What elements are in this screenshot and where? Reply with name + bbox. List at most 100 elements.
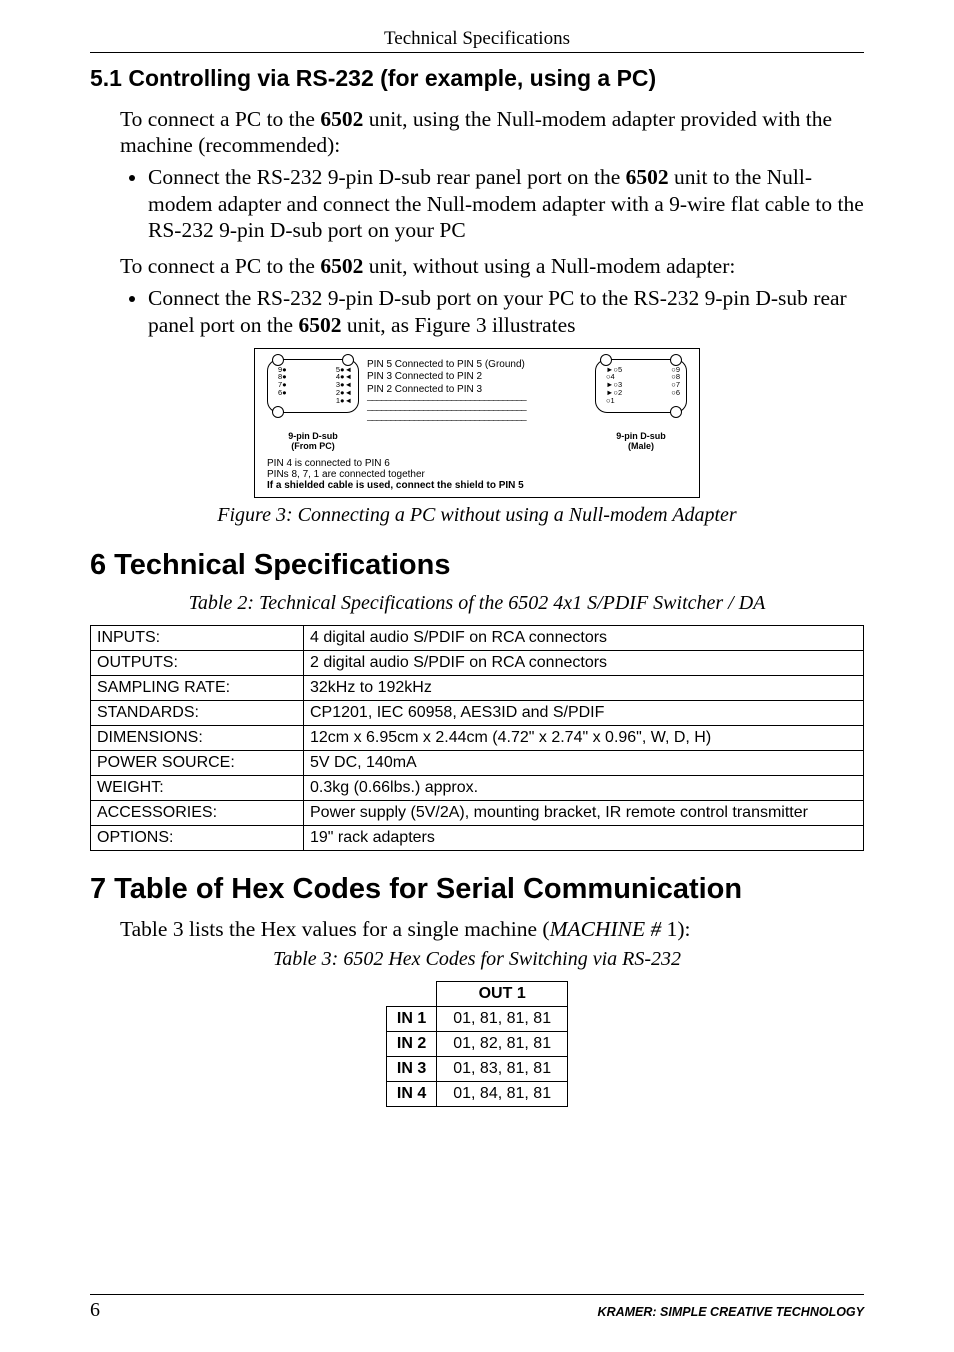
table-row: OPTIONS:19" rack adapters [91, 826, 864, 851]
pins-outer: ○9 ○8 ○7 ○6 [671, 366, 680, 397]
figure-3-caption: Figure 3: Connecting a PC without using … [90, 504, 864, 527]
screw-icon [272, 406, 284, 418]
spec-value: 0.3kg (0.66lbs.) approx. [304, 776, 864, 801]
section-5-1-title: 5.1 Controlling via RS-232 (for example,… [90, 65, 864, 92]
italic-machine: MACHINE # [550, 917, 662, 941]
pins-outer: 9● 8● 7● 6● [278, 366, 287, 397]
hex-value: 01, 82, 81, 81 [437, 1032, 568, 1057]
spec-key: OPTIONS: [91, 826, 304, 851]
screw-icon [600, 354, 612, 366]
left-dsub-port-icon: 9● 8● 7● 6● 5●◄ 4●◄ 3●◄ 2●◄ 1●◄ [267, 359, 359, 413]
text: To connect a PC to the [120, 107, 320, 131]
spec-key: STANDARDS: [91, 701, 304, 726]
text: (From PC) [291, 441, 335, 451]
label: PIN 2 Connected to PIN 3 [367, 384, 587, 397]
label: PIN 3 Connected to PIN 2 [367, 371, 587, 384]
hex-table: OUT 1 IN 101, 81, 81, 81IN 201, 82, 81, … [386, 981, 568, 1107]
chapter-6-title: 6 Technical Specifications [90, 549, 864, 582]
table-row: DIMENSIONS:12cm x 6.95cm x 2.44cm (4.72"… [91, 726, 864, 751]
spec-value: 2 digital audio S/PDIF on RCA connectors [304, 651, 864, 676]
table-row: POWER SOURCE:5V DC, 140mA [91, 751, 864, 776]
spec-key: SAMPLING RATE: [91, 676, 304, 701]
right-dsub-port-icon: ►○5 ○4 ►○3 ►○2 ○1 ○9 ○8 ○7 ○6 [595, 359, 687, 413]
spec-value: Power supply (5V/2A), mounting bracket, … [304, 801, 864, 826]
bullet-item: Connect the RS-232 9-pin D-sub rear pane… [148, 164, 864, 243]
text: Connect the RS-232 9-pin D-sub rear pane… [148, 165, 626, 189]
spec-key: WEIGHT: [91, 776, 304, 801]
text: (Male) [628, 441, 654, 451]
right-port-label: 9-pin D-sub (Male) [595, 432, 687, 452]
spec-key: POWER SOURCE: [91, 751, 304, 776]
table-row: IN 401, 84, 81, 81 [386, 1082, 567, 1107]
spec-value: CP1201, IEC 60958, AES3ID and S/PDIF [304, 701, 864, 726]
left-port-label: 9-pin D-sub (From PC) [267, 432, 359, 452]
text: unit, without using a Null-modem adapter… [363, 254, 735, 278]
spec-value: 4 digital audio S/PDIF on RCA connectors [304, 626, 864, 651]
para-connect-without-adapter: To connect a PC to the 6502 unit, withou… [120, 253, 864, 279]
footer-rule [90, 1294, 864, 1295]
table-3-caption: Table 3: 6502 Hex Codes for Switching vi… [90, 948, 864, 971]
text: Table 3 lists the Hex values for a singl… [120, 917, 550, 941]
table-row: WEIGHT:0.3kg (0.66lbs.) approx. [91, 776, 864, 801]
table-row: OUTPUTS:2 digital audio S/PDIF on RCA co… [91, 651, 864, 676]
blank-cell [386, 982, 436, 1007]
pin: ○6 [671, 389, 680, 397]
chapter-7-title: 7 Table of Hex Codes for Serial Communic… [90, 873, 864, 906]
spec-key: INPUTS: [91, 626, 304, 651]
text: 1): [661, 917, 690, 941]
pin: 6● [278, 389, 287, 397]
spec-key: OUTPUTS: [91, 651, 304, 676]
hex-row-head: IN 2 [386, 1032, 436, 1057]
hex-row-head: IN 1 [386, 1007, 436, 1032]
text: To connect a PC to the [120, 254, 320, 278]
screw-icon [670, 406, 682, 418]
note: PINs 8, 7, 1 are connected together [267, 469, 687, 480]
spec-value: 12cm x 6.95cm x 2.44cm (4.72" x 2.74" x … [304, 726, 864, 751]
note-bold: If a shielded cable is used, connect the… [267, 480, 687, 491]
hex-value: 01, 83, 81, 81 [437, 1057, 568, 1082]
note: PIN 4 is connected to PIN 6 [267, 458, 687, 469]
hex-row-head: IN 4 [386, 1082, 436, 1107]
table-row: IN 201, 82, 81, 81 [386, 1032, 567, 1057]
diagram-mid-labels: PIN 5 Connected to PIN 5 (Ground) PIN 3 … [367, 359, 587, 427]
spec-value: 19" rack adapters [304, 826, 864, 851]
table-row: IN 301, 83, 81, 81 [386, 1057, 567, 1082]
bullet-list-1: Connect the RS-232 9-pin D-sub rear pane… [120, 164, 864, 243]
spec-value: 32kHz to 192kHz [304, 676, 864, 701]
page-number: 6 [90, 1299, 100, 1322]
diagram-notes: PIN 4 is connected to PIN 6 PINs 8, 7, 1… [267, 458, 687, 491]
bold-6502: 6502 [320, 254, 363, 278]
para-connect-with-adapter: To connect a PC to the 6502 unit, using … [120, 106, 864, 158]
running-head: Technical Specifications [90, 28, 864, 50]
spec-key: DIMENSIONS: [91, 726, 304, 751]
para-table3-intro: Table 3 lists the Hex values for a singl… [120, 916, 864, 942]
screw-icon [272, 354, 284, 366]
text: 9-pin D-sub [616, 431, 666, 441]
hex-value: 01, 81, 81, 81 [437, 1007, 568, 1032]
hex-value: 01, 84, 81, 81 [437, 1082, 568, 1107]
table-row: INPUTS:4 digital audio S/PDIF on RCA con… [91, 626, 864, 651]
table-row: STANDARDS:CP1201, IEC 60958, AES3ID and … [91, 701, 864, 726]
pin: 1●◄ [336, 397, 352, 405]
spec-value: 5V DC, 140mA [304, 751, 864, 776]
table-row: ACCESSORIES:Power supply (5V/2A), mounti… [91, 801, 864, 826]
header-rule [90, 52, 864, 53]
bold-6502: 6502 [298, 313, 341, 337]
screw-icon [342, 354, 354, 366]
screw-icon [670, 354, 682, 366]
rs232-diagram: 9● 8● 7● 6● 5●◄ 4●◄ 3●◄ 2●◄ 1●◄ PIN 5 Co… [254, 348, 700, 498]
text: 9-pin D-sub [288, 431, 338, 441]
text: unit, as Figure 3 illustrates [341, 313, 575, 337]
spec-table: INPUTS:4 digital audio S/PDIF on RCA con… [90, 625, 864, 851]
pin: ○1 [606, 397, 622, 405]
bullet-item: Connect the RS-232 9-pin D-sub port on y… [148, 285, 864, 337]
label: PIN 5 Connected to PIN 5 (Ground) [367, 359, 587, 372]
bold-6502: 6502 [320, 107, 363, 131]
table-row: IN 101, 81, 81, 81 [386, 1007, 567, 1032]
pins-inner: 5●◄ 4●◄ 3●◄ 2●◄ 1●◄ [336, 366, 352, 405]
hex-row-head: IN 3 [386, 1057, 436, 1082]
bullet-list-2: Connect the RS-232 9-pin D-sub port on y… [120, 285, 864, 337]
figure-3-diagram: 9● 8● 7● 6● 5●◄ 4●◄ 3●◄ 2●◄ 1●◄ PIN 5 Co… [90, 348, 864, 498]
spec-key: ACCESSORIES: [91, 801, 304, 826]
page-footer: 6 KRAMER: SIMPLE CREATIVE TECHNOLOGY [90, 1294, 864, 1322]
